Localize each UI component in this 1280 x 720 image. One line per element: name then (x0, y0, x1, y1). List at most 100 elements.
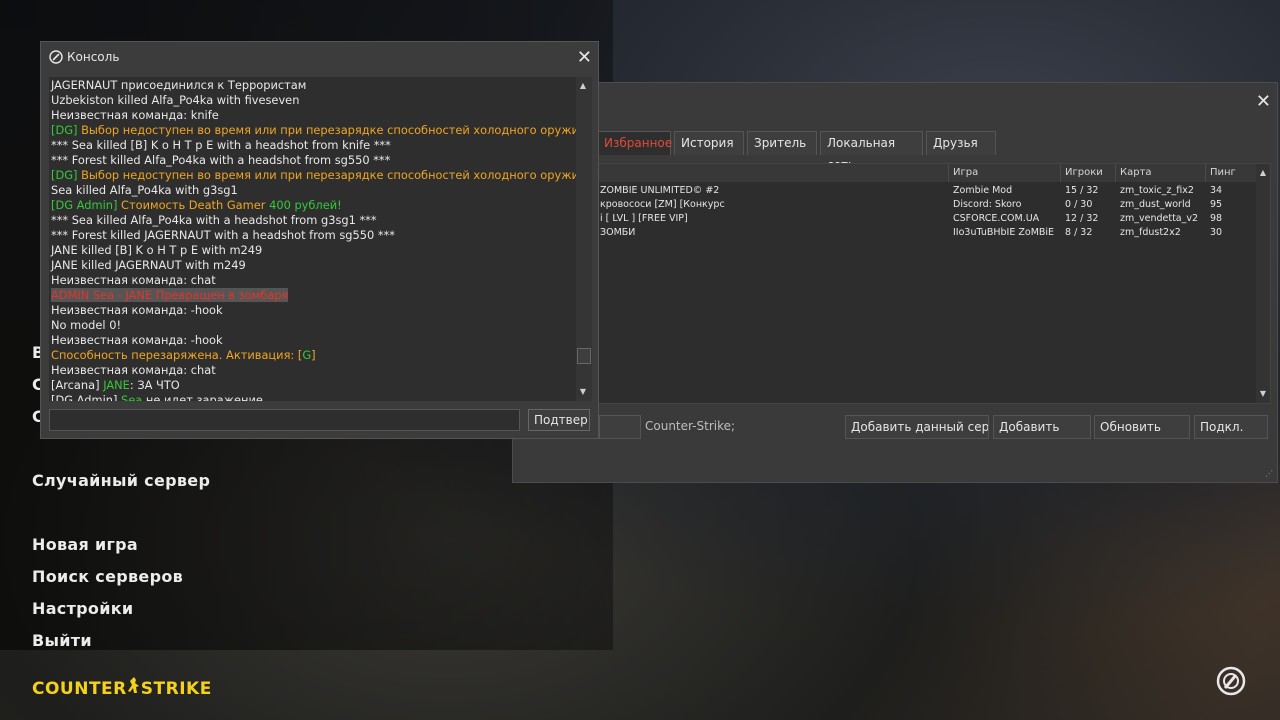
server-ping: 30 (1210, 227, 1223, 238)
refresh-button[interactable]: Обновить (1094, 415, 1190, 439)
console-line: JAGERNAUT присоединился к Террористам (51, 78, 306, 93)
console-line-segment: *** Forest killed JAGERNAUT with a heads… (51, 228, 395, 242)
console-line: Uzbekiston killed Alfa_Po4ka with fivese… (51, 93, 299, 108)
server-row[interactable]: ZOMBIE UNLIMITED© #2 Zombie Mod 15 / 32 … (520, 185, 1270, 199)
server-browser-footer: Counter-Strike; Добавить данный серве До… (519, 407, 1271, 453)
console-line: *** Forest killed JAGERNAUT with a heads… (51, 228, 395, 243)
server-ping: 95 (1210, 199, 1223, 210)
soldier-silhouette-icon (127, 676, 141, 699)
connect-button[interactable]: Подкл. (1194, 415, 1268, 439)
tab-lan[interactable]: Локальная сеть (820, 131, 923, 172)
console-line-segment: Способность перезаряжена. Активация: [ (51, 348, 303, 362)
console-line-segment: Sea (121, 393, 143, 401)
server-game: IIo3uTuBHbIE ZoMBiE (953, 227, 1055, 238)
menu-item-settings[interactable]: Настройки (32, 599, 133, 618)
console-line-segment: не идет заражение (142, 393, 263, 401)
scrollbar-thumb[interactable] (577, 348, 591, 364)
server-players: 8 / 32 (1065, 227, 1093, 238)
column-game[interactable]: Игра (948, 164, 1060, 182)
console-line-segment: JANE killed [B] K o H T p E with m249 (51, 243, 263, 257)
menu-item-new-game[interactable]: Новая игра (32, 535, 138, 554)
console-line: Неизвестная команда: -hook (51, 303, 223, 318)
server-row[interactable]: ЗОМБИ IIo3uTuBHbIE ZoMBiE 8 / 32 zm_fdus… (520, 227, 1270, 241)
console-line: ADMIN Sea - JANE Превращен в зомбаря (51, 288, 289, 303)
tab-favorites[interactable]: Избранное (597, 131, 672, 155)
scroll-down-icon[interactable]: ▼ (576, 385, 590, 399)
add-server-button[interactable]: Добавить (993, 415, 1091, 439)
server-row[interactable]: кровососи [ZM] [Конкурс Discord: Skoro 0… (520, 199, 1270, 213)
console-line-segment: JANE killed JAGERNAUT with m249 (51, 258, 246, 272)
console-title: Консоль (67, 50, 120, 64)
tab-spectate[interactable]: Зритель (747, 131, 817, 155)
logo-text-counter: Counter (32, 679, 127, 699)
console-line: [DG Admin] Sea не идет заражение (51, 393, 263, 401)
submit-button[interactable]: Подтвер. (528, 409, 590, 431)
scroll-up-icon[interactable]: ▲ (1256, 166, 1270, 180)
console-line-segment: Выбор недоступен во время или при переза… (81, 123, 591, 137)
menu-item-quit[interactable]: Выйти (32, 631, 92, 650)
filter-button[interactable] (599, 415, 641, 439)
scroll-down-icon[interactable]: ▼ (1256, 387, 1270, 401)
console-window: Консоль ✕ [DG Admin] Sea не идет заражен… (40, 41, 599, 439)
counter-strike-logo: Counter Strike (32, 676, 212, 699)
console-line-segment: [DG] (51, 168, 82, 182)
server-players: 12 / 32 (1065, 213, 1099, 224)
console-line-segment: : ЗА ЧТО (129, 378, 180, 392)
column-map[interactable]: Карта (1115, 164, 1205, 182)
console-line-segment: ] (311, 348, 316, 362)
server-ping: 34 (1210, 185, 1223, 196)
console-line: Неизвестная команда: -hook (51, 333, 223, 348)
server-browser-tabs: Избранное История Зритель Локальная сеть… (597, 131, 999, 172)
steam-logo-icon (49, 50, 63, 64)
console-line: [DG] Выбор недоступен во время или при п… (51, 168, 590, 183)
console-line-segment: *** Sea killed Alfa_Po4ka with a headsho… (51, 213, 377, 227)
console-scrollbar[interactable]: ▲ ▼ (576, 77, 592, 401)
column-players[interactable]: Игроки (1060, 164, 1115, 182)
scroll-up-icon[interactable]: ▲ (576, 79, 590, 93)
server-row[interactable]: i [ LVL ] [FREE VIP] CSFORCE.COM.UA 12 /… (520, 213, 1270, 227)
close-icon[interactable]: ✕ (577, 47, 592, 68)
console-line-segment: 400 рублей! (269, 198, 342, 212)
console-line-segment: *** Sea killed [B] K o H T p E with a he… (51, 138, 391, 152)
add-current-server-button[interactable]: Добавить данный серве (845, 415, 989, 439)
console-line-segment: Неизвестная команда: chat (51, 363, 216, 377)
console-line: Неизвестная команда: chat (51, 273, 216, 288)
menu-item-find-servers[interactable]: Поиск серверов (32, 567, 183, 586)
tab-history[interactable]: История (674, 131, 744, 155)
console-line-segment: Стоимость Death Gamer (121, 198, 270, 212)
server-players: 0 / 30 (1065, 199, 1093, 210)
console-titlebar[interactable]: Консоль ✕ (41, 42, 598, 72)
menu-item-random-server[interactable]: Случайный сервер (32, 471, 210, 490)
console-line-segment: Неизвестная команда: chat (51, 273, 216, 287)
console-line-segment: No model 0! (51, 318, 122, 332)
resize-grip-icon[interactable]: ⋰ (1265, 469, 1273, 478)
close-icon[interactable]: ✕ (1256, 91, 1271, 112)
server-game: Discord: Skoro (953, 199, 1022, 210)
column-ping[interactable]: Пинг (1205, 164, 1257, 182)
server-map: zm_dust_world (1120, 199, 1191, 210)
tab-friends[interactable]: Друзья (926, 131, 996, 155)
console-line: JANE killed JAGERNAUT with m249 (51, 258, 246, 273)
server-map: zm_fdust2x2 (1120, 227, 1181, 238)
console-line-segment: [DG Admin] (51, 393, 122, 401)
console-line: *** Sea killed [B] K o H T p E with a he… (51, 138, 391, 153)
console-command-input[interactable] (49, 409, 520, 431)
console-line: No model 0! (51, 318, 121, 333)
console-line-segment: Неизвестная команда: -hook (51, 303, 223, 317)
console-line-segment: Неизвестная команда: knife (51, 108, 219, 122)
filter-summary: Counter-Strike; (645, 419, 736, 433)
server-list-header: Игра Игроки Карта Пинг (520, 164, 1270, 182)
server-name: кровососи [ZM] [Конкурс (600, 199, 725, 210)
console-line-segment: JANE (103, 378, 130, 392)
console-output: [DG Admin] Sea не идет заражение [Arcana]… (49, 77, 592, 401)
console-line: [Arcana] JANE: ЗА ЧТО (51, 378, 180, 393)
console-line-segment: Неизвестная команда: -hook (51, 333, 223, 347)
console-line: JANE killed [B] K o H T p E with m249 (51, 243, 262, 258)
server-map: zm_vendetta_v2 (1120, 213, 1199, 224)
console-line: *** Forest killed Alfa_Po4ka with a head… (51, 153, 390, 168)
server-list-scrollbar[interactable]: ▲ ▼ (1256, 164, 1270, 403)
server-game: Zombie Mod (953, 185, 1013, 196)
console-line: [DG] Выбор недоступен во время или при п… (51, 123, 590, 138)
console-line-segment: G (302, 348, 312, 362)
console-line-segment: ADMIN Sea - JANE Превращен в зомбаря (51, 288, 289, 302)
